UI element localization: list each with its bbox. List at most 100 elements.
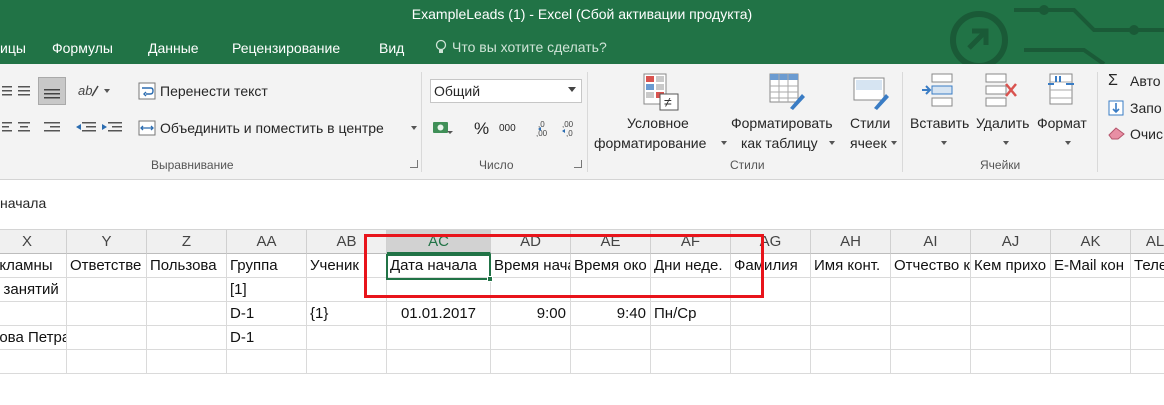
percent-style-button[interactable]: % [474,119,489,139]
cell-ab-row4[interactable] [307,326,387,350]
clear-button[interactable]: Очис [1130,126,1163,142]
column-header-x[interactable]: X [0,230,67,254]
cell-ah-row1[interactable]: Имя конт. [811,254,891,278]
increase-indent-icon[interactable] [102,120,122,136]
cell-x-row4[interactable]: рова Петра [0,326,67,350]
cell-ae-row5[interactable] [571,350,651,374]
cell-ai-row5[interactable] [891,350,971,374]
cell-ai-row2[interactable] [891,278,971,302]
cell-z-row2[interactable] [147,278,227,302]
cell-al-row5[interactable] [1131,350,1164,374]
cell-aj-row3[interactable] [971,302,1051,326]
orientation-icon[interactable]: ab [78,80,110,100]
comma-style-button[interactable]: 000 [499,123,516,134]
cell-al-row3[interactable] [1131,302,1164,326]
align-left-icon[interactable] [2,120,32,136]
fill-button[interactable]: Запо [1130,100,1162,116]
cell-al-row2[interactable] [1131,278,1164,302]
cell-al-row4[interactable] [1131,326,1164,350]
cell-z-row1[interactable]: Пользова [147,254,227,278]
tab-insert-partial[interactable]: ицы [0,40,26,56]
cell-ag-row5[interactable] [731,350,811,374]
column-header-z[interactable]: Z [147,230,227,254]
tab-formulas[interactable]: Формулы [52,40,113,56]
column-header-ak[interactable]: AK [1051,230,1131,254]
column-header-y[interactable]: Y [67,230,147,254]
align-bottom-button[interactable] [38,77,66,105]
cell-af-row3[interactable]: Пн/Ср [651,302,731,326]
cell-z-row4[interactable] [147,326,227,350]
cell-ae-row4[interactable] [571,326,651,350]
cell-ag-row3[interactable] [731,302,811,326]
tab-data[interactable]: Данные [148,40,199,56]
cell-aj-row1[interactable]: Кем прихо [971,254,1051,278]
currency-format-icon[interactable] [432,119,454,137]
tab-review[interactable]: Рецензирование [232,40,340,56]
cell-y-row5[interactable] [67,350,147,374]
cell-ab-row3[interactable]: {1} [307,302,387,326]
cell-z-row3[interactable] [147,302,227,326]
cell-ab-row5[interactable] [307,350,387,374]
column-header-aj[interactable]: AJ [971,230,1051,254]
cell-aa-row4[interactable]: D-1 [227,326,307,350]
cell-ac-row4[interactable] [387,326,491,350]
cell-ac-row3[interactable]: 01.01.2017 [387,302,491,326]
cell-ak-row5[interactable] [1051,350,1131,374]
cell-ai-row1[interactable]: Отчество к [891,254,971,278]
cell-ak-row2[interactable] [1051,278,1131,302]
decrease-decimal-icon[interactable]: ,00 ,0 [562,118,580,138]
number-format-select[interactable]: Общий [430,79,582,103]
cell-al-row1[interactable]: Теле [1131,254,1164,278]
cell-y-row4[interactable] [67,326,147,350]
increase-decimal-icon[interactable]: ,0 ,00 [536,118,554,138]
tell-me-search[interactable]: Что вы хотите сделать? [434,39,607,55]
tab-view[interactable]: Вид [379,40,404,56]
merge-dropdown-icon[interactable] [411,126,417,130]
column-header-ah[interactable]: AH [811,230,891,254]
align-right-icon[interactable] [44,120,60,136]
cell-ai-row4[interactable] [891,326,971,350]
align-top-left-icon[interactable] [2,84,32,100]
cell-x-row3[interactable] [0,302,67,326]
cell-ad-row3[interactable]: 9:00 [491,302,571,326]
cell-ae-row3[interactable]: 9:40 [571,302,651,326]
cell-ad-row4[interactable] [491,326,571,350]
decrease-indent-icon[interactable] [76,120,96,136]
cell-aa-row2[interactable]: [1] [227,278,307,302]
cell-aj-row2[interactable] [971,278,1051,302]
cell-ah-row5[interactable] [811,350,891,374]
column-header-aa[interactable]: AA [227,230,307,254]
column-header-ai[interactable]: AI [891,230,971,254]
column-header-al[interactable]: AL [1131,230,1164,254]
cell-y-row1[interactable]: Ответстве [67,254,147,278]
cell-ah-row4[interactable] [811,326,891,350]
cell-aj-row5[interactable] [971,350,1051,374]
wrap-text-button[interactable]: Перенести текст [160,83,268,99]
cell-ak-row4[interactable] [1051,326,1131,350]
cell-x-row5[interactable] [0,350,67,374]
cell-ai-row3[interactable] [891,302,971,326]
cell-y-row2[interactable] [67,278,147,302]
cell-x-row2[interactable]: а занятий [0,278,67,302]
cell-aa-row5[interactable] [227,350,307,374]
cell-y-row3[interactable] [67,302,147,326]
cell-x-row1[interactable]: екламны [0,254,67,278]
cell-af-row4[interactable] [651,326,731,350]
cell-ak-row1[interactable]: E-Mail кон [1051,254,1131,278]
cell-aa-row1[interactable]: Группа [227,254,307,278]
autosum-button[interactable]: Авто [1130,73,1161,89]
cell-ah-row3[interactable] [811,302,891,326]
cell-z-row5[interactable] [147,350,227,374]
cell-aj-row4[interactable] [971,326,1051,350]
cell-aa-row3[interactable]: D-1 [227,302,307,326]
formula-bar[interactable]: начала [0,180,1164,230]
alignment-dialog-launcher[interactable] [410,160,418,168]
cell-ag-row4[interactable] [731,326,811,350]
cell-ah-row2[interactable] [811,278,891,302]
cell-ad-row5[interactable] [491,350,571,374]
cell-ak-row3[interactable] [1051,302,1131,326]
number-dialog-launcher[interactable] [574,160,582,168]
merge-center-button[interactable]: Объединить и поместить в центре [160,120,384,136]
cell-af-row5[interactable] [651,350,731,374]
cell-ac-row5[interactable] [387,350,491,374]
